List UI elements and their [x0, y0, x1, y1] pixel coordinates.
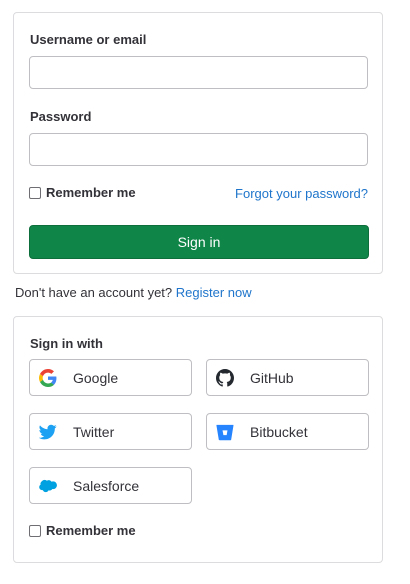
register-prompt: Don't have an account yet? Register now	[15, 285, 252, 300]
twitter-label: Twitter	[73, 423, 115, 440]
register-link[interactable]: Register now	[176, 285, 252, 300]
oauth-remember-me-label[interactable]: Remember me	[46, 523, 136, 538]
sign-in-form: Username or email Password Remember me F…	[13, 12, 383, 274]
google-label: Google	[73, 369, 119, 386]
username-label: Username or email	[30, 32, 147, 47]
github-label: GitHub	[250, 369, 294, 386]
sign-in-button[interactable]: Sign in	[29, 225, 369, 259]
twitter-sign-in-button[interactable]: Twitter	[29, 413, 192, 450]
salesforce-icon	[39, 477, 57, 495]
google-sign-in-button[interactable]: Google	[29, 359, 192, 396]
bitbucket-sign-in-button[interactable]: Bitbucket	[206, 413, 369, 450]
oauth-title: Sign in with	[30, 336, 103, 351]
register-prompt-text: Don't have an account yet?	[15, 285, 173, 300]
bitbucket-icon	[216, 423, 234, 441]
github-icon	[216, 368, 234, 387]
forgot-password-link[interactable]: Forgot your password?	[235, 186, 368, 201]
password-label: Password	[30, 109, 92, 124]
remember-me-checkbox[interactable]	[29, 186, 41, 199]
salesforce-sign-in-button[interactable]: Salesforce	[29, 467, 192, 504]
oauth-remember-me-checkbox[interactable]	[29, 524, 41, 537]
oauth-remember-me-row: Remember me	[29, 523, 136, 538]
bitbucket-label: Bitbucket	[250, 423, 308, 440]
github-sign-in-button[interactable]: GitHub	[206, 359, 369, 396]
username-input[interactable]	[29, 56, 368, 89]
google-icon	[39, 368, 57, 387]
oauth-sign-in-panel: Sign in with Google GitHub Twitter Bitbu…	[13, 316, 383, 563]
remember-me-row: Remember me	[29, 185, 136, 200]
remember-me-label[interactable]: Remember me	[46, 185, 136, 200]
salesforce-label: Salesforce	[73, 477, 140, 494]
twitter-icon	[39, 423, 57, 441]
password-input[interactable]	[29, 133, 368, 166]
